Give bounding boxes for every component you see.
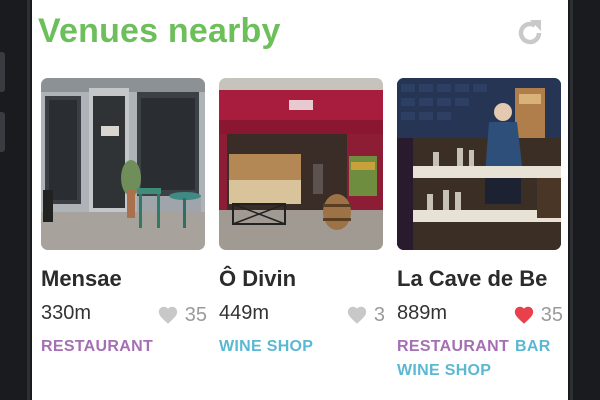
volume-up-button: [0, 52, 5, 92]
refresh-icon[interactable]: [512, 15, 548, 51]
phone-bezel-right: [568, 0, 600, 400]
venue-card[interactable]: La Cave de Be 889m 35 RESTAURANT BAR WINE …: [397, 78, 563, 400]
venue-likes: 3: [346, 302, 385, 328]
header: Venues nearby: [32, 0, 568, 70]
app-screen: Venues nearby Mensae 330m 35 RESTAURANT …: [32, 0, 568, 400]
category-tag[interactable]: BAR: [515, 338, 551, 356]
venue-tags: RESTAURANT: [41, 338, 207, 362]
venue-list: Mensae 330m 35 RESTAURANT Ô Divin 449m 3…: [32, 78, 568, 400]
like-count: 3: [373, 303, 385, 326]
bezel-edge: [27, 0, 30, 400]
volume-down-button: [0, 112, 5, 152]
heart-icon[interactable]: [157, 304, 179, 326]
venue-meta: 449m 3: [219, 302, 385, 328]
heart-icon[interactable]: [346, 304, 368, 326]
venue-name[interactable]: La Cave de Be: [397, 266, 547, 292]
venue-distance: 330m: [41, 302, 92, 324]
heart-icon[interactable]: [513, 304, 535, 326]
category-tag[interactable]: WINE SHOP: [219, 338, 313, 356]
venue-likes: 35: [513, 302, 563, 328]
category-tag[interactable]: RESTAURANT: [41, 338, 153, 356]
venue-photo[interactable]: [397, 78, 561, 250]
venue-name[interactable]: Mensae: [41, 266, 122, 292]
venue-tags: RESTAURANT BAR WINE SHOP: [397, 338, 563, 386]
venue-likes: 35: [157, 302, 207, 328]
category-tag[interactable]: WINE SHOP: [397, 362, 491, 380]
phone-frame: Venues nearby Mensae 330m 35 RESTAURANT …: [0, 0, 600, 400]
venue-name[interactable]: Ô Divin: [219, 266, 296, 292]
venue-tags: WINE SHOP: [219, 338, 385, 362]
like-count: 35: [540, 303, 563, 326]
page-title: Venues nearby: [38, 12, 281, 50]
venue-meta: 889m 35: [397, 302, 563, 328]
venue-photo[interactable]: [41, 78, 205, 250]
venue-distance: 449m: [219, 302, 270, 324]
venue-meta: 330m 35: [41, 302, 207, 328]
venue-card[interactable]: Mensae 330m 35 RESTAURANT: [41, 78, 207, 400]
category-tag[interactable]: RESTAURANT: [397, 338, 509, 356]
venue-photo[interactable]: [219, 78, 383, 250]
phone-bezel-left: [0, 0, 32, 400]
venue-card[interactable]: Ô Divin 449m 3 WINE SHOP: [219, 78, 385, 400]
like-count: 35: [184, 303, 207, 326]
venue-distance: 889m: [397, 302, 448, 324]
bezel-edge: [570, 0, 573, 400]
